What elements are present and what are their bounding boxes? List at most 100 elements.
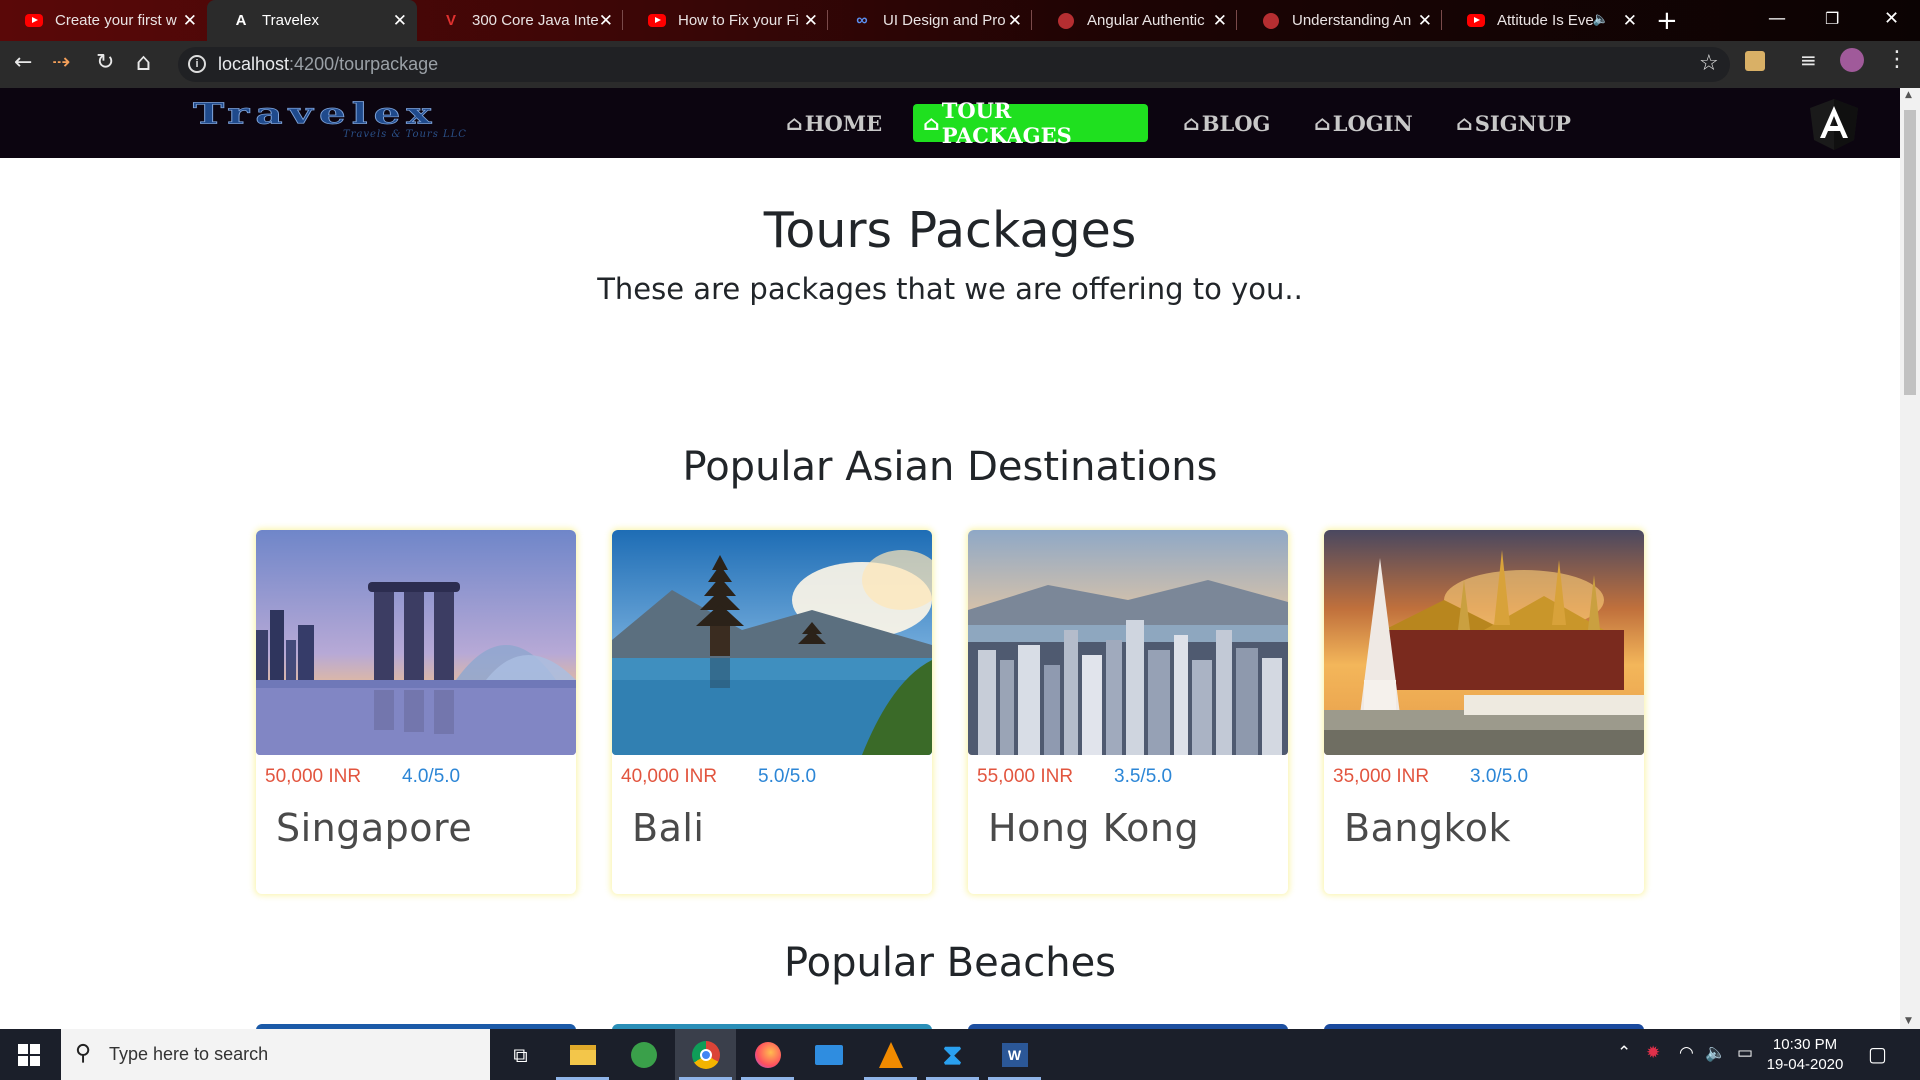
package-card-hong-kong[interactable]: 55,000 INR 3.5/5.0 Hong Kong <box>968 530 1288 894</box>
menu-dots-icon[interactable]: ⋮ <box>1886 47 1908 72</box>
close-tab-icon[interactable]: ✕ <box>1418 11 1432 31</box>
page-title: Tours Packages <box>763 202 1137 259</box>
restore-icon[interactable]: ❐ <box>1825 9 1839 28</box>
page-scrollbar[interactable]: ▲ ▼ <box>1900 88 1920 1029</box>
taskbar-search-box[interactable]: ⚲ Type here to search <box>61 1029 490 1080</box>
bali-temple-image <box>612 530 932 755</box>
close-tab-icon[interactable]: ✕ <box>393 11 407 31</box>
tab-title: How to Fix your Fi <box>678 12 799 29</box>
youtube-icon <box>647 14 667 28</box>
package-city: Bali <box>632 806 705 850</box>
singapore-skyline-image <box>256 530 576 755</box>
close-tab-icon[interactable]: ✕ <box>1008 11 1022 31</box>
browser-tab[interactable]: ∞ UI Design and Pro ✕ <box>828 0 1032 41</box>
travelex-logo[interactable]: Travelex Travels & Tours LLC <box>192 96 528 142</box>
extension-icon[interactable] <box>1745 51 1765 71</box>
windows-start-icon[interactable] <box>18 1044 40 1066</box>
volume-icon[interactable]: 🔈 <box>1705 1043 1726 1063</box>
forward-icon[interactable]: ⇢ <box>52 50 70 75</box>
browser-tab[interactable]: V 300 Core Java Inte ✕ <box>417 0 623 41</box>
browser-tab[interactable]: How to Fix your Fi ✕ <box>623 0 828 41</box>
nav-tour-packages[interactable]: ⌂ TOUR PACKAGES <box>913 98 1148 148</box>
home-icon: ⌂ <box>1183 111 1200 135</box>
tray-chevron-icon[interactable]: ⌃ <box>1617 1043 1631 1063</box>
youtube-icon <box>1466 14 1486 28</box>
tab-title: UI Design and Pro <box>883 12 1006 29</box>
close-tab-icon[interactable]: ✕ <box>804 11 818 31</box>
home-icon: ⌂ <box>786 111 803 135</box>
media-control-icon[interactable]: ≡ <box>1800 48 1817 72</box>
tab-title: Create your first w <box>55 12 177 29</box>
home-icon[interactable]: ⌂ <box>136 48 151 76</box>
nav-login[interactable]: ⌂ LOGIN <box>1304 104 1423 142</box>
close-tab-icon[interactable]: ✕ <box>183 11 197 31</box>
profile-avatar[interactable] <box>1840 48 1864 72</box>
home-icon: ⌂ <box>923 111 940 135</box>
vlc-icon[interactable] <box>860 1029 921 1080</box>
notifications-icon[interactable]: ▢ <box>1868 1042 1887 1066</box>
url-text[interactable]: localhost:4200/tourpackage <box>218 54 438 75</box>
home-icon: ⌂ <box>1456 111 1473 135</box>
close-tab-icon[interactable]: ✕ <box>1213 11 1227 31</box>
logo-text: Travelex <box>192 96 438 131</box>
browser-tab[interactable]: Understanding An ✕ <box>1237 0 1442 41</box>
word-icon[interactable]: W <box>984 1029 1045 1080</box>
angular-logo-icon <box>1810 99 1858 150</box>
nav-home[interactable]: ⌂ HOME <box>776 104 892 142</box>
tab-title: Angular Authentic <box>1087 12 1205 29</box>
package-city: Bangkok <box>1344 806 1511 850</box>
file-explorer-icon[interactable] <box>552 1029 613 1080</box>
mail-icon[interactable] <box>798 1029 859 1080</box>
tab-title: Travelex <box>262 12 319 29</box>
close-tab-icon[interactable]: ✕ <box>1623 11 1637 31</box>
muted-speaker-icon[interactable]: 🔈 <box>1593 11 1609 27</box>
package-price: 40,000 INR <box>621 766 718 787</box>
reload-icon[interactable]: ↻ <box>96 50 114 75</box>
firefox-icon[interactable] <box>737 1029 798 1080</box>
youtube-icon <box>24 14 44 28</box>
browser-tab[interactable]: Angular Authentic ✕ <box>1032 0 1237 41</box>
package-rating: 5.0/5.0 <box>758 766 817 787</box>
bangkok-temple-image <box>1324 530 1644 755</box>
info-icon[interactable]: i <box>188 55 206 73</box>
scrollbar-thumb[interactable] <box>1904 110 1916 395</box>
wifi-icon[interactable]: ◠ <box>1679 1043 1694 1063</box>
site-navbar: Travelex Travels & Tours LLC ⌂ HOME ⌂ TOUR… <box>0 88 1900 158</box>
package-rating: 3.0/5.0 <box>1470 766 1529 787</box>
package-card-bangkok[interactable]: 35,000 INR 3.0/5.0 Bangkok <box>1324 530 1644 894</box>
windows-taskbar: ⚲ Type here to search ⧉ ⧗ W ⌃ ✹ ◠ 🔈 ▭ 10… <box>0 1029 1920 1080</box>
page-viewport: Travelex Travels & Tours LLC ⌂ HOME ⌂ TOUR… <box>0 88 1900 1029</box>
battery-icon[interactable]: ▭ <box>1737 1043 1753 1063</box>
chrome-icon[interactable] <box>675 1029 736 1080</box>
browser-tab[interactable]: Create your first w ✕ <box>0 0 207 41</box>
search-placeholder: Type here to search <box>109 1044 269 1064</box>
taskbar-clock[interactable]: 10:30 PM 19-04-2020 <box>1765 1035 1845 1075</box>
address-bar[interactable]: i localhost:4200/tourpackage ☆ <box>178 47 1730 82</box>
vscode-icon[interactable]: ⧗ <box>922 1029 983 1080</box>
back-icon[interactable]: ← <box>14 50 32 75</box>
section-title-asian-destinations: Popular Asian Destinations <box>682 444 1218 490</box>
home-icon: ⌂ <box>1314 111 1331 135</box>
task-view-icon[interactable]: ⧉ <box>490 1029 551 1080</box>
package-card-bali[interactable]: 40,000 INR 5.0/5.0 Bali <box>612 530 932 894</box>
nav-blog[interactable]: ⌂ BLOG <box>1173 104 1280 142</box>
angular-icon: A <box>235 12 247 29</box>
close-tab-icon[interactable]: ✕ <box>599 11 613 31</box>
close-window-icon[interactable]: ✕ <box>1884 8 1899 29</box>
edge-icon[interactable] <box>613 1029 674 1080</box>
browser-tab[interactable]: Attitude Is Eve 🔈 ✕ <box>1442 0 1647 41</box>
package-card-singapore[interactable]: 50,000 INR 4.0/5.0 Singapore <box>256 530 576 894</box>
bookmark-star-icon[interactable]: ☆ <box>1699 51 1719 76</box>
antivirus-tray-icon[interactable]: ✹ <box>1646 1043 1660 1063</box>
minimize-icon[interactable]: — <box>1768 8 1786 29</box>
tab-title: 300 Core Java Inte <box>472 12 599 29</box>
clock-time: 10:30 PM <box>1772 1036 1838 1053</box>
new-tab-icon[interactable]: + <box>1656 6 1678 36</box>
browser-tab-active[interactable]: A Travelex ✕ <box>207 0 417 41</box>
vue-icon: V <box>445 12 456 29</box>
nav-signup[interactable]: ⌂ SIGNUP <box>1446 104 1581 142</box>
scroll-down-icon[interactable]: ▼ <box>1905 1016 1912 1026</box>
clock-date: 19-04-2020 <box>1766 1056 1844 1073</box>
page-subtitle: These are packages that we are offering … <box>597 272 1303 306</box>
scroll-up-icon[interactable]: ▲ <box>1905 90 1912 100</box>
